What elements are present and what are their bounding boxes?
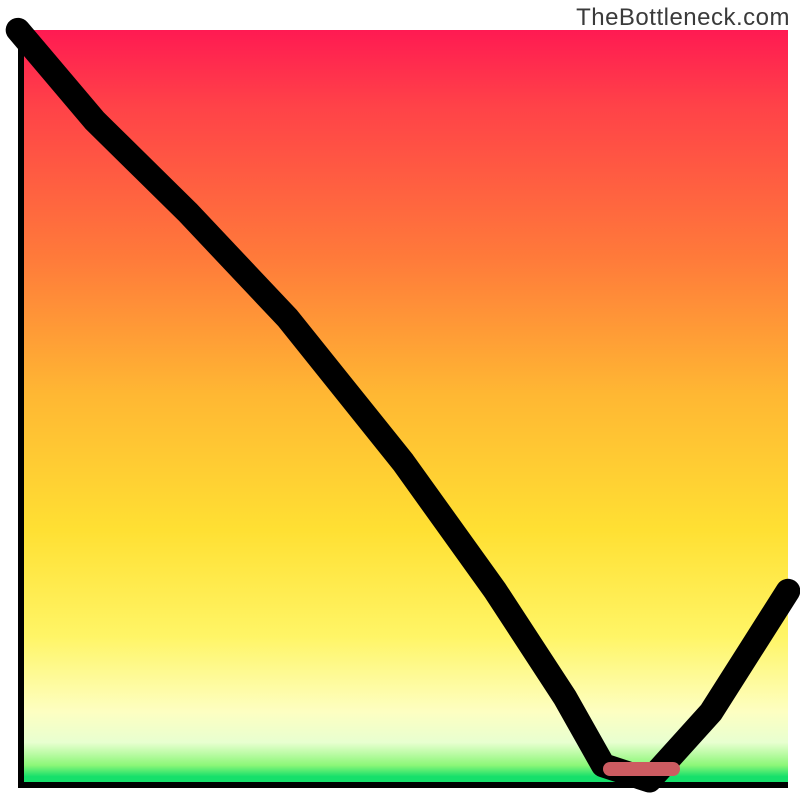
plot-area — [18, 30, 788, 788]
watermark-text: TheBottleneck.com — [576, 4, 790, 32]
bottleneck-curve — [18, 30, 788, 788]
curve-path — [18, 30, 788, 780]
chart-container: TheBottleneck.com — [0, 0, 800, 800]
plot-inner — [18, 30, 788, 788]
optimal-range-marker — [603, 762, 680, 776]
